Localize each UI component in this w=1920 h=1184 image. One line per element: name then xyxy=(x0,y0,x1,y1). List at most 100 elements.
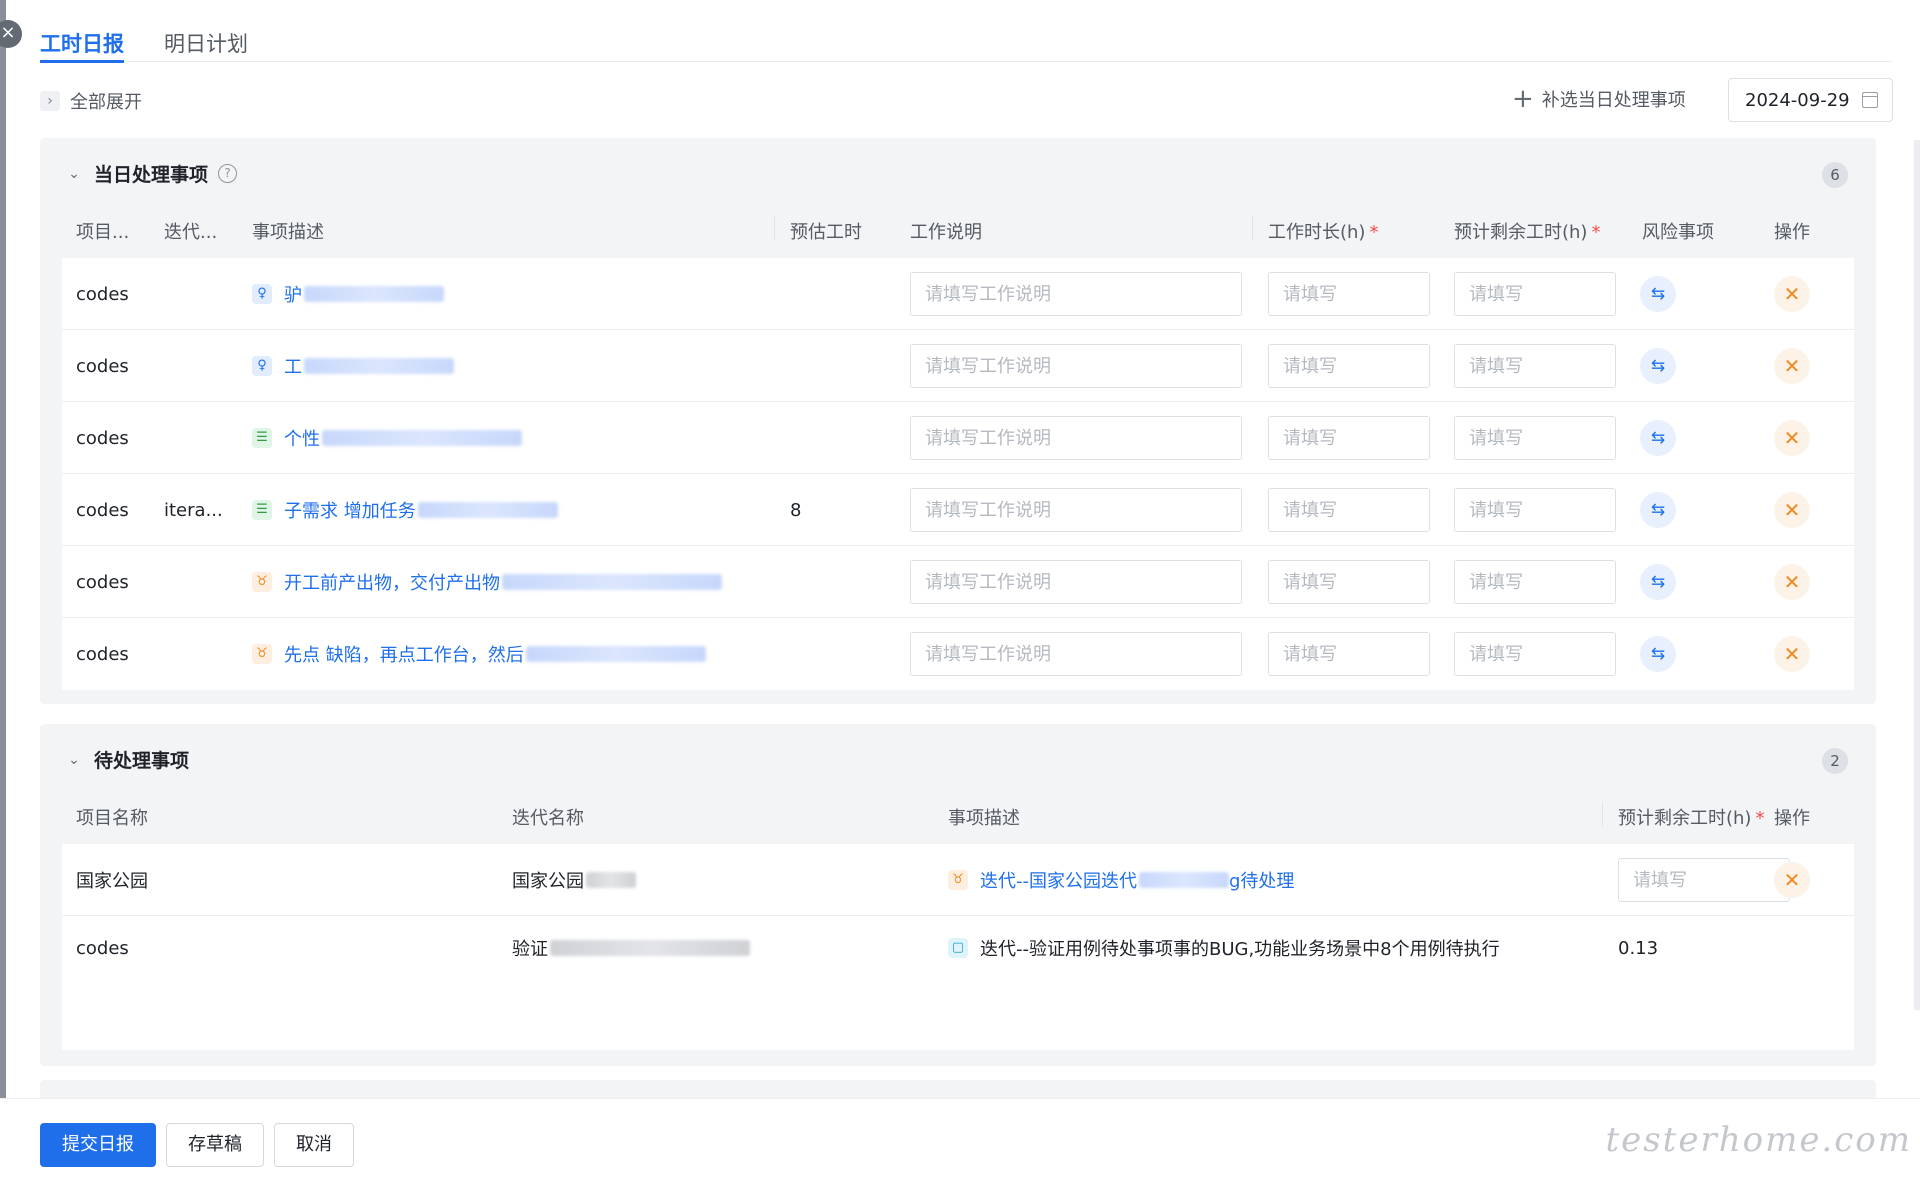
hours-cell xyxy=(1268,402,1430,474)
risk-link-icon[interactable]: ⇆ xyxy=(1640,564,1676,600)
work-note-input[interactable] xyxy=(910,272,1242,316)
item-desc-link[interactable]: ♉ 迭代--国家公园迭代 g待处理 xyxy=(948,844,1598,916)
requirement-icon: ♀ xyxy=(252,356,272,376)
work-note-input[interactable] xyxy=(910,488,1242,532)
risk-link-icon[interactable]: ⇆ xyxy=(1640,492,1676,528)
tab-daily-report[interactable]: 工时日报 xyxy=(40,22,124,63)
plus-icon: + xyxy=(1512,84,1534,114)
remaining-hours-input[interactable] xyxy=(1454,632,1616,676)
estimate-cell xyxy=(790,402,890,474)
action-cell: ✕ xyxy=(1774,844,1834,916)
work-note-input[interactable] xyxy=(910,416,1242,460)
work-hours-input[interactable] xyxy=(1268,560,1430,604)
today-table-header: 项目... 迭代... 事项描述 预估工时 工作说明 工作时长(h) * 预计剩余… xyxy=(62,200,1854,256)
risk-link-icon[interactable]: ⇆ xyxy=(1640,636,1676,672)
cancel-button[interactable]: 取消 xyxy=(274,1123,354,1167)
risk-cell: ⇆ xyxy=(1640,474,1700,546)
task-icon: ☰ xyxy=(252,428,272,448)
risk-cell: ⇆ xyxy=(1640,258,1700,330)
col-iteration: 迭代... xyxy=(164,222,218,243)
today-count-badge: 6 xyxy=(1822,162,1848,188)
delete-icon[interactable]: ✕ xyxy=(1774,862,1810,898)
remaining-hours-input[interactable] xyxy=(1618,858,1790,902)
remaining-cell xyxy=(1454,330,1616,402)
date-value: 2024-09-29 xyxy=(1745,89,1850,111)
work-hours-input[interactable] xyxy=(1268,344,1430,388)
item-desc-link[interactable]: ♉ 先点 缺陷，再点工作台，然后 xyxy=(252,618,772,690)
item-desc-link[interactable]: ▢ 迭代--验证用例待处事项事的BUG,功能业务场景中8个用例待执行 xyxy=(948,916,1598,980)
hours-cell xyxy=(1268,258,1430,330)
scrollbar[interactable] xyxy=(1914,140,1920,1010)
pending-section-header[interactable]: ⌄ 待处理事项 xyxy=(64,746,189,773)
risk-link-icon[interactable]: ⇆ xyxy=(1640,420,1676,456)
expand-all-toggle[interactable]: › 全部展开 xyxy=(40,88,142,114)
project-name-cell: 国家公园 xyxy=(76,871,148,892)
project-cell: codes xyxy=(76,571,129,593)
remaining-hours-input[interactable] xyxy=(1454,488,1616,532)
table-row: codes ☰ 个性 ⇆ ✕ xyxy=(62,402,1854,474)
work-hours-input[interactable] xyxy=(1268,272,1430,316)
pending-count-badge: 2 xyxy=(1822,748,1848,774)
submit-report-button[interactable]: 提交日报 xyxy=(40,1123,156,1167)
remaining-hours-input[interactable] xyxy=(1454,560,1616,604)
close-icon[interactable]: × xyxy=(0,20,22,48)
estimate-cell xyxy=(790,618,890,690)
item-desc-link[interactable]: ☰ 个性 xyxy=(252,402,772,474)
add-items-label: 补选当日处理事项 xyxy=(1541,90,1686,111)
item-desc-link[interactable]: ♀ 工 xyxy=(252,330,772,402)
item-desc-link[interactable]: ☰ 子需求 增加任务 xyxy=(252,474,772,546)
iteration-name-text: 国家公园 xyxy=(512,871,584,892)
project-cell: codes xyxy=(76,427,129,449)
hours-cell xyxy=(1268,546,1430,618)
work-hours-input[interactable] xyxy=(1268,632,1430,676)
work-hours-input[interactable] xyxy=(1268,416,1430,460)
delete-icon[interactable]: ✕ xyxy=(1774,420,1810,456)
table-row: codes ♀ 工 ⇆ ✕ xyxy=(62,330,1854,402)
iteration-cell xyxy=(164,330,244,402)
col-project: 项目... xyxy=(76,222,130,243)
item-desc-link[interactable]: ♀ 驴 xyxy=(252,258,772,330)
work-hours-input[interactable] xyxy=(1268,488,1430,532)
add-items-button[interactable]: + 补选当日处理事项 xyxy=(1512,86,1686,112)
estimate-cell: 8 xyxy=(790,499,802,521)
note-cell xyxy=(910,618,1242,690)
table-row: codes ♉ 开工前产出物，交付产出物 ⇆ ✕ xyxy=(62,546,1854,618)
risk-cell: ⇆ xyxy=(1640,330,1700,402)
today-items-panel: ⌄ 当日处理事项 ? 6 项目... 迭代... 事项描述 预估工时 工作说明 … xyxy=(40,138,1876,704)
save-draft-button[interactable]: 存草稿 xyxy=(166,1123,264,1167)
delete-icon[interactable]: ✕ xyxy=(1774,564,1810,600)
item-desc-text: 迭代--国家公园迭代 xyxy=(980,871,1137,892)
tab-bar: 工时日报 明日计划 xyxy=(40,22,1892,63)
action-cell: ✕ xyxy=(1774,474,1834,546)
remaining-cell xyxy=(1454,474,1616,546)
col-action: 操作 xyxy=(1774,222,1810,243)
col-desc: 事项描述 xyxy=(948,808,1020,829)
work-note-input[interactable] xyxy=(910,560,1242,604)
work-note-input[interactable] xyxy=(910,344,1242,388)
col-remaining-label: 预计剩余工时(h) xyxy=(1618,808,1752,829)
remaining-hours-input[interactable] xyxy=(1454,416,1616,460)
today-section-header[interactable]: ⌄ 当日处理事项 ? xyxy=(64,160,238,187)
item-desc-text: 先点 缺陷，再点工作台，然后 xyxy=(284,645,524,666)
delete-icon[interactable]: ✕ xyxy=(1774,492,1810,528)
table-row: codes ♉ 先点 缺陷，再点工作台，然后 ⇆ ✕ xyxy=(62,618,1854,690)
delete-icon[interactable]: ✕ xyxy=(1774,636,1810,672)
risk-link-icon[interactable]: ⇆ xyxy=(1640,276,1676,312)
delete-icon[interactable]: ✕ xyxy=(1774,276,1810,312)
help-icon[interactable]: ? xyxy=(218,164,238,183)
work-note-input[interactable] xyxy=(910,632,1242,676)
date-picker[interactable]: 2024-09-29 xyxy=(1728,78,1893,122)
remaining-hours-input[interactable] xyxy=(1454,272,1616,316)
risk-link-icon[interactable]: ⇆ xyxy=(1640,348,1676,384)
item-desc-text: 迭代--验证用例待处事项事的BUG,功能业务场景中8个用例待执行 xyxy=(980,939,1500,960)
item-desc-link[interactable]: ♉ 开工前产出物，交付产出物 xyxy=(252,546,772,618)
remaining-cell: 0.13 xyxy=(1618,916,1798,980)
calendar-icon xyxy=(1862,92,1878,108)
delete-icon[interactable]: ✕ xyxy=(1774,348,1810,384)
col-desc: 事项描述 xyxy=(252,222,324,243)
remaining-hours-input[interactable] xyxy=(1454,344,1616,388)
iteration-cell xyxy=(164,618,244,690)
remaining-cell xyxy=(1618,844,1798,916)
tab-tomorrow-plan[interactable]: 明日计划 xyxy=(164,22,248,62)
col-note: 工作说明 xyxy=(910,222,982,243)
